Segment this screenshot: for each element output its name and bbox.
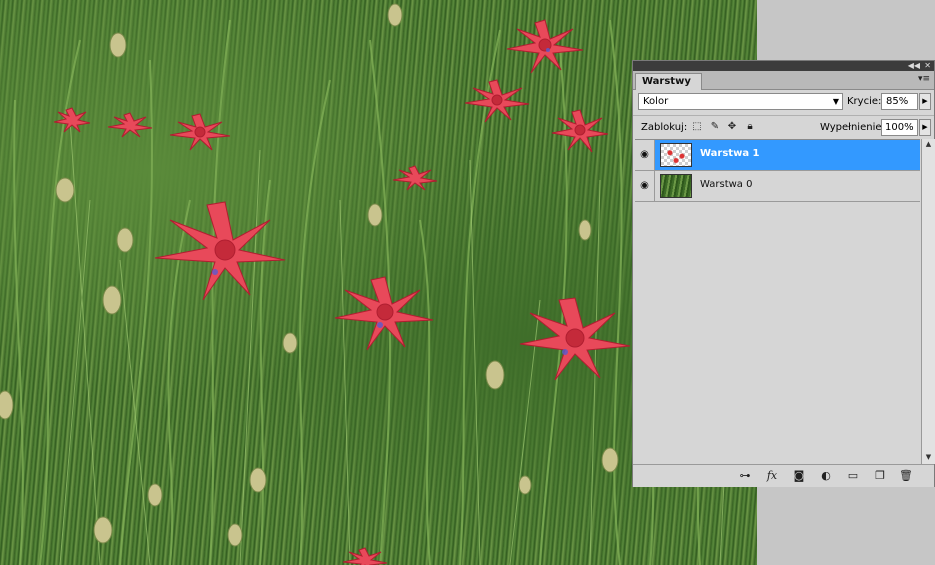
blend-mode-select[interactable]: Kolor ▼ [638,93,843,110]
close-icon[interactable]: ✕ [924,61,931,71]
add-mask-icon[interactable]: ◙ [790,468,808,484]
layers-panel: ◀◀ ✕ Warstwy ▾≡ Kolor ▼ Krycie: 85% ▶ Za… [632,60,935,487]
panel-tab-bar: Warstwy ▾≡ [633,71,934,90]
layers-bottom-toolbar: ⊶ fx ◙ ◐ ▭ ❐ 🗑︎ [633,464,934,487]
trash-icon[interactable]: 🗑︎ [897,468,915,484]
fill-input[interactable]: 100% [881,119,918,136]
fill-label: Wypełnienie: [820,122,885,133]
opacity-slider-arrow-icon[interactable]: ▶ [919,93,931,110]
layer-thumbnail [660,143,692,167]
eye-icon[interactable]: ◉ [635,171,655,201]
new-layer-icon[interactable]: ❐ [871,468,889,484]
lock-all-icon[interactable]: 🔒︎ [744,121,756,133]
layer-name: Warstwa 0 [700,179,753,190]
collapse-icon[interactable]: ◀◀ [908,61,920,71]
opacity-label: Krycie: [847,96,882,107]
lock-label: Zablokuj: [641,122,688,133]
layer-thumbnail [660,174,692,198]
chevron-down-icon: ▼ [832,97,839,106]
layer-row[interactable]: ◉ Warstwa 1 [635,140,920,171]
link-layers-icon[interactable]: ⊶ [736,468,754,484]
tab-layers[interactable]: Warstwy [635,73,702,90]
layer-row[interactable]: ◉ Warstwa 0 [635,171,920,202]
fill-slider-arrow-icon[interactable]: ▶ [919,119,931,136]
blend-mode-value: Kolor [643,96,669,107]
panel-title-bar[interactable]: ◀◀ ✕ [633,61,934,71]
layers-list: ◉ Warstwa 1 ◉ Warstwa 0 [635,139,920,465]
lock-position-icon[interactable]: ✥ [726,121,738,133]
scroll-up-icon[interactable]: ▲ [922,140,935,150]
lock-image-icon[interactable]: ✎ [709,121,721,133]
layer-name: Warstwa 1 [700,148,760,159]
blend-row: Kolor ▼ Krycie: 85% ▶ [633,90,934,114]
scroll-down-icon[interactable]: ▼ [922,453,935,463]
new-group-icon[interactable]: ▭ [844,468,862,484]
layers-scrollbar[interactable]: ▲ ▼ [921,139,935,464]
eye-icon[interactable]: ◉ [635,140,655,170]
opacity-input[interactable]: 85% [881,93,918,110]
fx-icon[interactable]: fx [763,468,781,484]
lock-transparent-icon[interactable]: ⬚ [691,121,703,133]
panel-menu-icon[interactable]: ▾≡ [918,74,930,84]
lock-row: Zablokuj: ⬚ ✎ ✥ 🔒︎ Wypełnienie: 100% ▶ [633,115,934,140]
adjustment-layer-icon[interactable]: ◐ [817,468,835,484]
